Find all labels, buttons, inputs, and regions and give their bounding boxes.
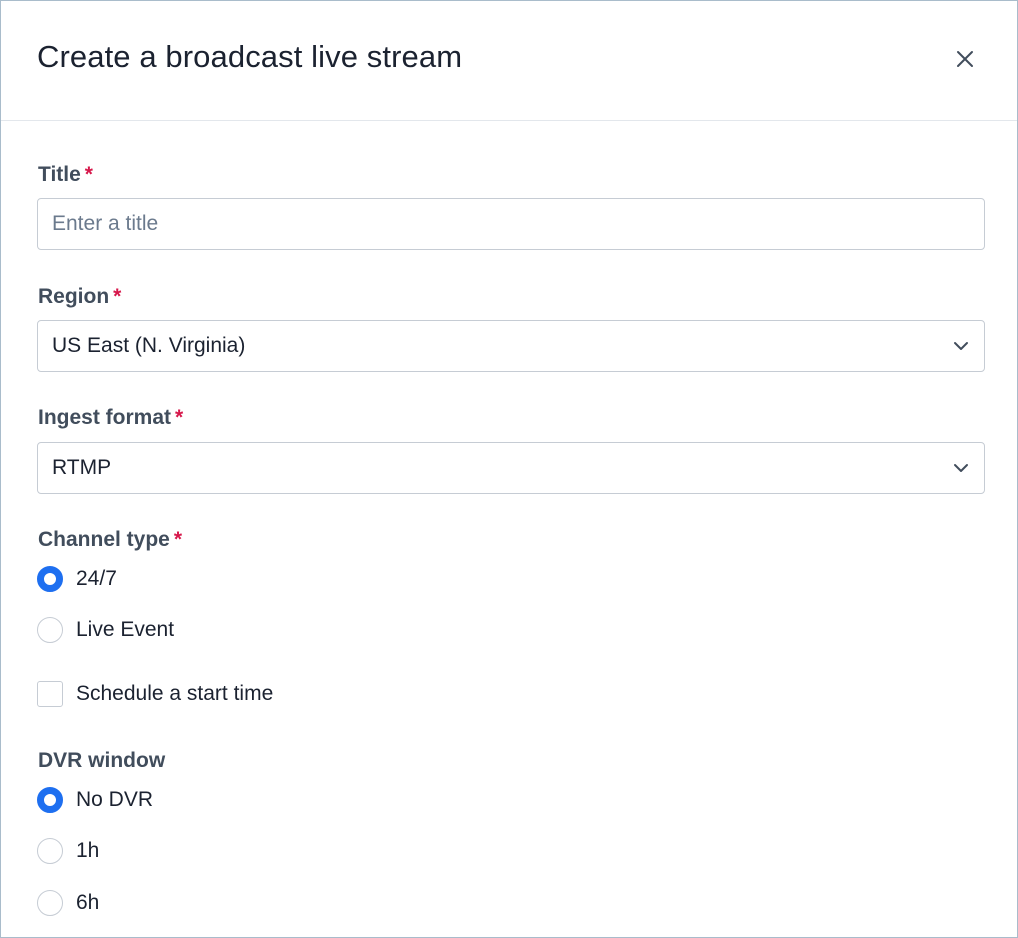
- channel-type-option-24-7[interactable]: 24/7: [37, 566, 117, 592]
- radio-label: No DVR: [76, 788, 154, 811]
- region-select[interactable]: US East (N. Virginia): [37, 320, 985, 372]
- dialog-header: Create a broadcast live stream: [1, 1, 1017, 121]
- region-selected-value: US East (N. Virginia): [52, 334, 246, 357]
- chevron-down-icon: [952, 337, 970, 355]
- radio-button[interactable]: [37, 566, 63, 592]
- channel-type-option-live-event[interactable]: Live Event: [37, 617, 174, 643]
- title-label: Title *: [38, 163, 93, 186]
- dialog-title: Create a broadcast live stream: [37, 39, 463, 74]
- ingest-format-label: Ingest format *: [38, 406, 184, 429]
- dvr-option-6h[interactable]: 6h: [37, 890, 99, 916]
- dvr-option-no-dvr[interactable]: No DVR: [37, 787, 153, 813]
- chevron-down-icon: [952, 459, 970, 477]
- radio-label: 6h: [76, 891, 100, 914]
- schedule-start-time-label: Schedule a start time: [76, 682, 274, 705]
- dvr-option-1h[interactable]: 1h: [37, 838, 99, 864]
- required-asterisk: *: [84, 163, 93, 186]
- radio-button[interactable]: [37, 617, 63, 643]
- close-button[interactable]: [951, 45, 979, 73]
- channel-type-label: Channel type *: [38, 528, 183, 551]
- ingest-format-selected-value: RTMP: [52, 456, 112, 479]
- title-input[interactable]: [37, 198, 985, 250]
- create-live-stream-dialog: Create a broadcast live stream Title* Re…: [0, 0, 1018, 938]
- region-label: Region *: [38, 285, 122, 308]
- radio-label: 1h: [76, 839, 100, 862]
- radio-button[interactable]: [37, 838, 63, 864]
- required-asterisk: *: [173, 528, 183, 551]
- required-asterisk: *: [113, 285, 122, 308]
- dvr-window-label: DVR window: [38, 749, 166, 772]
- schedule-start-time-checkbox-row[interactable]: Schedule a start time: [37, 681, 273, 707]
- radio-button[interactable]: [37, 890, 63, 916]
- radio-label: Live Event: [76, 618, 175, 641]
- radio-label: 24/7: [76, 567, 117, 590]
- close-icon: [957, 51, 973, 67]
- radio-button[interactable]: [37, 787, 63, 813]
- required-asterisk: *: [175, 406, 184, 429]
- schedule-start-time-checkbox[interactable]: [37, 681, 63, 707]
- ingest-format-select[interactable]: RTMP: [37, 442, 985, 494]
